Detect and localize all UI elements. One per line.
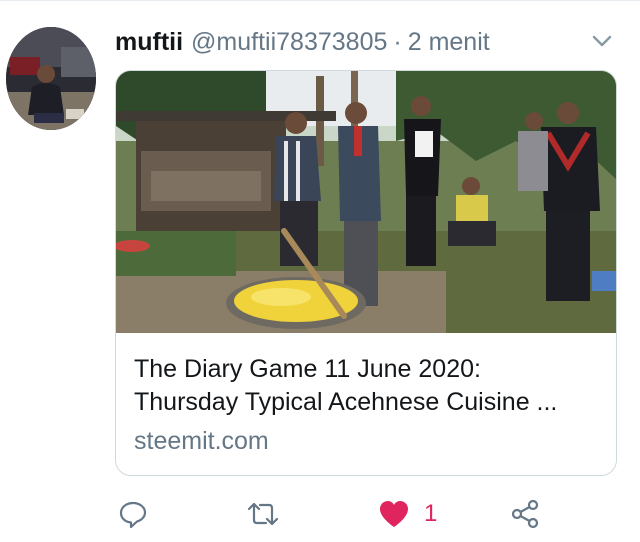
reply-icon — [119, 501, 147, 529]
tweet-header: muftii @muftii78373805 · 2 menit — [115, 26, 490, 58]
like-count: 1 — [424, 500, 438, 527]
share-button[interactable] — [510, 494, 540, 534]
share-icon — [511, 499, 539, 529]
avatar-photo — [6, 27, 96, 130]
card-domain: steemit.com — [134, 427, 269, 455]
card-image — [116, 71, 616, 333]
link-card[interactable]: The Diary Game 11 June 2020: Thursday Ty… — [115, 70, 617, 476]
reply-button[interactable] — [118, 494, 148, 534]
more-options-button[interactable] — [588, 30, 616, 52]
retweet-icon — [247, 502, 279, 526]
avatar[interactable] — [6, 27, 96, 130]
card-text: The Diary Game 11 June 2020: Thursday Ty… — [134, 353, 604, 458]
like-button[interactable]: 1 — [378, 494, 437, 534]
card-title-line-1: The Diary Game 11 June 2020: — [134, 355, 481, 383]
timestamp[interactable]: 2 menit — [408, 28, 490, 57]
card-title-line-2: Thursday Typical Acehnese Cuisine ... — [134, 388, 558, 416]
heart-icon — [380, 501, 408, 527]
chevron-down-icon — [592, 35, 612, 47]
top-divider — [0, 0, 640, 1]
separator-dot: · — [393, 27, 402, 56]
user-handle[interactable]: @muftii78373805 — [191, 28, 387, 57]
tweet-actions: 1 — [0, 494, 640, 534]
retweet-button[interactable] — [246, 494, 280, 534]
display-name[interactable]: muftii — [115, 28, 183, 57]
